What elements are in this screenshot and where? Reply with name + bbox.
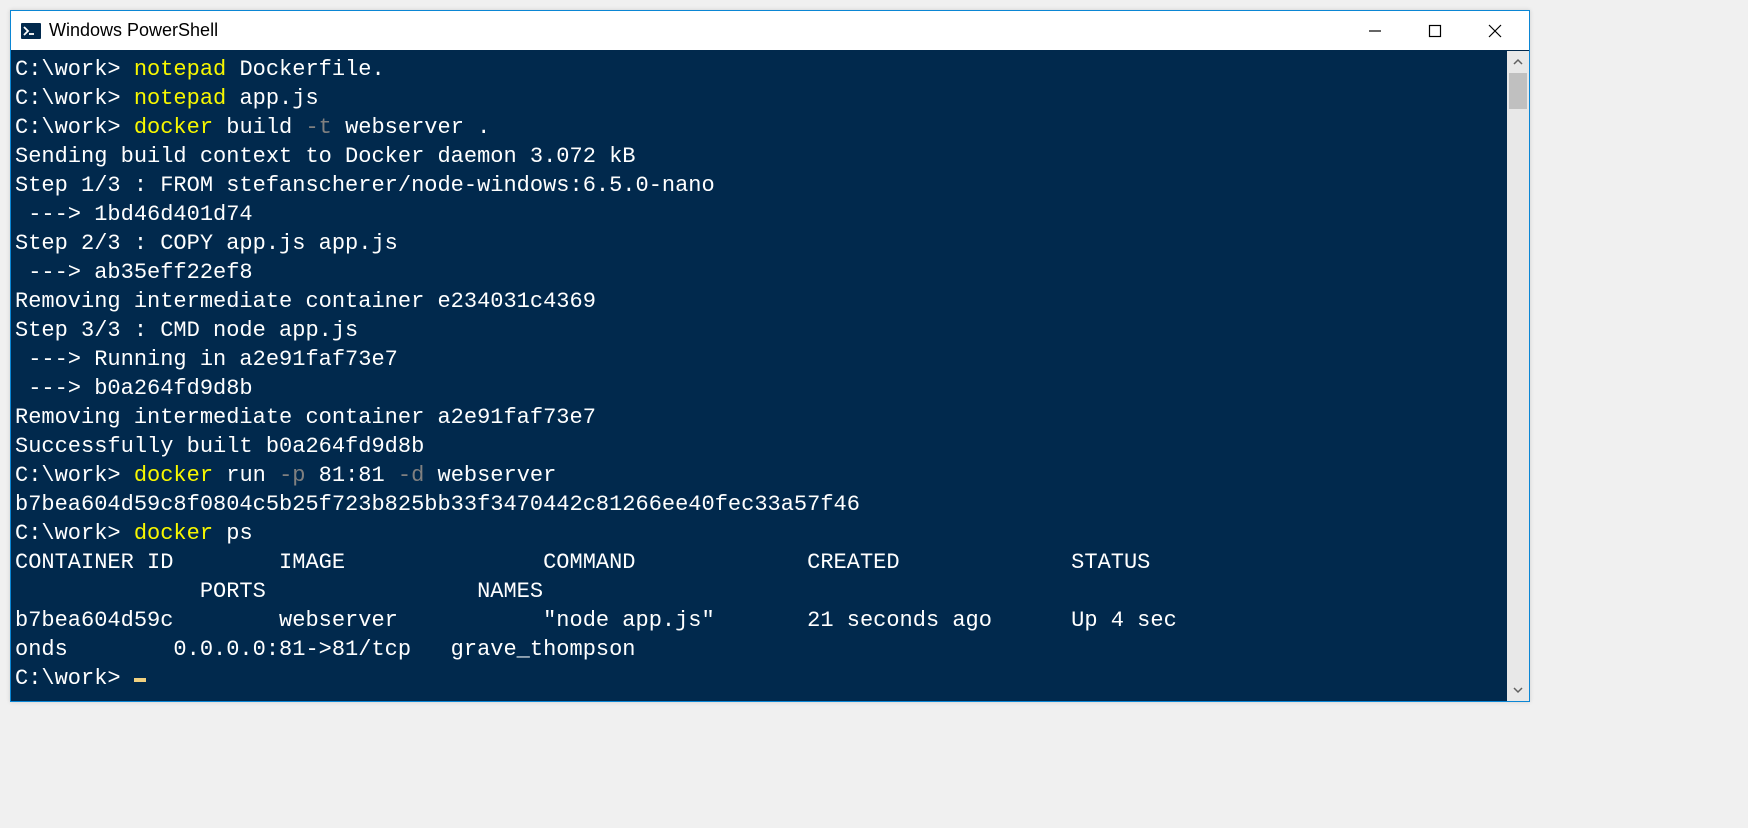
terminal-segment: docker — [134, 521, 226, 546]
terminal-segment: webserver — [424, 463, 556, 488]
terminal-segment: C:\work> — [15, 115, 134, 140]
terminal-line: Removing intermediate container e234031c… — [15, 287, 1507, 316]
terminal-segment: webserver . — [332, 115, 490, 140]
powershell-icon — [21, 21, 41, 41]
terminal-line: b7bea604d59c8f0804c5b25f723b825bb33f3470… — [15, 490, 1507, 519]
titlebar[interactable]: Windows PowerShell — [11, 11, 1529, 51]
terminal-segment: notepad — [134, 86, 240, 111]
terminal-wrap: C:\work> notepad Dockerfile.C:\work> not… — [11, 51, 1529, 701]
terminal-segment: Sending build context to Docker daemon 3… — [15, 144, 636, 169]
terminal-segment: -p — [279, 463, 305, 488]
terminal-output[interactable]: C:\work> notepad Dockerfile.C:\work> not… — [11, 51, 1507, 701]
terminal-line: Successfully built b0a264fd9d8b — [15, 432, 1507, 461]
terminal-segment: docker — [134, 115, 226, 140]
terminal-segment: app.js — [239, 86, 318, 111]
window-controls — [1345, 11, 1525, 51]
terminal-segment: C:\work> — [15, 86, 134, 111]
terminal-segment: build — [226, 115, 305, 140]
terminal-segment: Removing intermediate container e234031c… — [15, 289, 596, 314]
terminal-segment: Removing intermediate container a2e91faf… — [15, 405, 596, 430]
powershell-window: Windows PowerShell C:\work> notepad Dock… — [10, 10, 1530, 702]
terminal-segment: b7bea604d59c8f0804c5b25f723b825bb33f3470… — [15, 492, 860, 517]
terminal-segment: -d — [398, 463, 424, 488]
terminal-line: C:\work> notepad app.js — [15, 84, 1507, 113]
maximize-button[interactable] — [1405, 11, 1465, 51]
terminal-line: Step 3/3 : CMD node app.js — [15, 316, 1507, 345]
terminal-line: CONTAINER ID IMAGE COMMAND CREATED STATU… — [15, 548, 1507, 577]
scroll-thumb[interactable] — [1509, 73, 1527, 109]
terminal-segment: Step 3/3 : CMD node app.js — [15, 318, 358, 343]
terminal-segment: Step 2/3 : COPY app.js app.js — [15, 231, 398, 256]
close-button[interactable] — [1465, 11, 1525, 51]
scroll-down-arrow[interactable] — [1507, 679, 1529, 701]
minimize-button[interactable] — [1345, 11, 1405, 51]
terminal-line: ---> b0a264fd9d8b — [15, 374, 1507, 403]
scroll-track[interactable] — [1507, 73, 1529, 679]
window-title: Windows PowerShell — [49, 20, 1345, 41]
terminal-segment: -t — [305, 115, 331, 140]
terminal-segment: ---> b0a264fd9d8b — [15, 376, 253, 401]
terminal-line: C:\work> — [15, 664, 1507, 693]
terminal-segment: ---> ab35eff22ef8 — [15, 260, 253, 285]
terminal-line: C:\work> docker build -t webserver . — [15, 113, 1507, 142]
terminal-segment: ---> Running in a2e91faf73e7 — [15, 347, 398, 372]
terminal-segment: ---> 1bd46d401d74 — [15, 202, 253, 227]
terminal-segment: docker — [134, 463, 226, 488]
cursor — [134, 678, 146, 682]
terminal-line: ---> ab35eff22ef8 — [15, 258, 1507, 287]
terminal-line: b7bea604d59c webserver "node app.js" 21 … — [15, 606, 1507, 635]
terminal-line: C:\work> docker ps — [15, 519, 1507, 548]
terminal-segment: C:\work> — [15, 666, 134, 691]
terminal-segment: C:\work> — [15, 57, 134, 82]
terminal-segment: Successfully built b0a264fd9d8b — [15, 434, 424, 459]
terminal-line: PORTS NAMES — [15, 577, 1507, 606]
terminal-segment: onds 0.0.0.0:81->81/tcp grave_thompson — [15, 637, 636, 662]
terminal-line: Removing intermediate container a2e91faf… — [15, 403, 1507, 432]
terminal-segment: ps — [226, 521, 252, 546]
terminal-segment: Dockerfile. — [239, 57, 384, 82]
vertical-scrollbar[interactable] — [1507, 51, 1529, 701]
terminal-line: ---> Running in a2e91faf73e7 — [15, 345, 1507, 374]
terminal-line: Step 1/3 : FROM stefanscherer/node-windo… — [15, 171, 1507, 200]
terminal-segment: C:\work> — [15, 521, 134, 546]
terminal-segment: C:\work> — [15, 463, 134, 488]
terminal-segment: notepad — [134, 57, 240, 82]
terminal-segment: 81:81 — [305, 463, 397, 488]
terminal-line: ---> 1bd46d401d74 — [15, 200, 1507, 229]
terminal-segment: PORTS NAMES — [15, 579, 543, 604]
terminal-line: C:\work> docker run -p 81:81 -d webserve… — [15, 461, 1507, 490]
terminal-line: C:\work> notepad Dockerfile. — [15, 55, 1507, 84]
terminal-segment: CONTAINER ID IMAGE COMMAND CREATED STATU… — [15, 550, 1150, 575]
terminal-line: Step 2/3 : COPY app.js app.js — [15, 229, 1507, 258]
terminal-segment: run — [226, 463, 279, 488]
terminal-segment: Step 1/3 : FROM stefanscherer/node-windo… — [15, 173, 715, 198]
terminal-line: onds 0.0.0.0:81->81/tcp grave_thompson — [15, 635, 1507, 664]
scroll-up-arrow[interactable] — [1507, 51, 1529, 73]
terminal-segment: b7bea604d59c webserver "node app.js" 21 … — [15, 608, 1177, 633]
terminal-line: Sending build context to Docker daemon 3… — [15, 142, 1507, 171]
